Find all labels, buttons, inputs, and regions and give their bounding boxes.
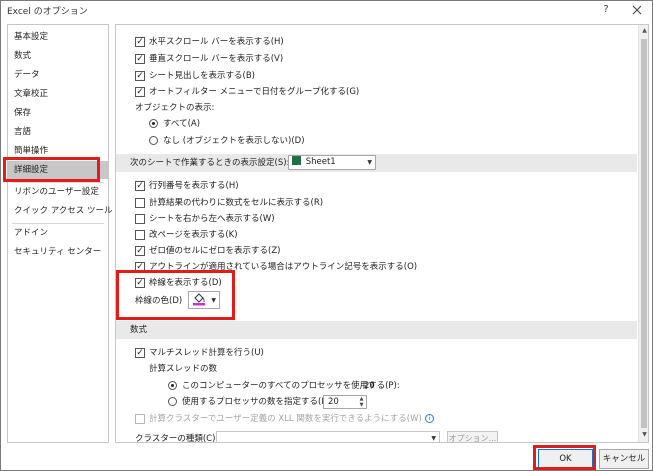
zero-values-checkbox[interactable]: ✓ (135, 246, 145, 256)
objects-display-label: オブジェクトの表示: (135, 103, 215, 113)
gridline-color-label: 枠線の色(D) (135, 296, 183, 306)
manual-processors-radio[interactable] (168, 397, 177, 406)
sidebar-item-addins[interactable]: アドイン (8, 224, 108, 242)
radio-label: なし (オブジェクトを表示しない)(D) (163, 136, 305, 146)
checkbox-row[interactable]: ✓ ゼロ値のセルにゼロを表示する(Z) (135, 243, 435, 259)
sheet-display-label: 次のシートで作業するときの表示設定(S): (130, 158, 290, 168)
show-gridlines-checkbox[interactable]: ✓ (135, 278, 145, 288)
sidebar-item-trust-center[interactable]: セキュリティ センター (8, 243, 108, 261)
checkbox-label: ゼロ値のセルにゼロを表示する(Z) (149, 246, 281, 256)
sidebar-item-proofing[interactable]: 文章校正 (8, 85, 108, 103)
sidebar-item-advanced[interactable]: 詳細設定 (8, 161, 108, 179)
right-to-left-checkbox[interactable] (135, 214, 145, 224)
checkbox-label: 計算クラスターでユーザー定義の XLL 関数を実行できるようにする(W) (149, 414, 422, 424)
horizontal-scrollbar-checkbox[interactable]: ✓ (135, 37, 145, 47)
row-col-headers-checkbox[interactable]: ✓ (135, 181, 145, 191)
radio-row[interactable]: すべて(A) (149, 116, 349, 132)
checkbox-label: 水平スクロール バーを表示する(H) (149, 37, 284, 47)
cluster-type-label: クラスターの種類(C): (135, 434, 219, 443)
sidebar-item-data[interactable]: データ (8, 66, 108, 84)
sidebar-item-quick-access-toolbar[interactable]: クイック アクセス ツール バー (8, 202, 132, 220)
processor-count-spinner[interactable]: 20 ▲ ▼ (323, 395, 367, 409)
sheet-tabs-checkbox[interactable]: ✓ (135, 71, 145, 81)
sidebar-item-formulas[interactable]: 数式 (8, 47, 108, 65)
paint-bucket-icon (193, 293, 205, 306)
radio-label: 使用するプロセッサの数を指定する(M): (182, 397, 335, 407)
all-processors-radio[interactable] (168, 381, 177, 390)
group-dates-autofilter-checkbox[interactable]: ✓ (135, 87, 145, 97)
help-button[interactable]: ? (599, 2, 613, 18)
title-bar: Excel のオプション ? (1, 1, 652, 19)
scroll-down-icon[interactable]: ▼ (640, 430, 648, 440)
sidebar-item-language[interactable]: 言語 (8, 123, 108, 141)
sidebar-item-save[interactable]: 保存 (8, 104, 108, 122)
chevron-down-icon: ▼ (211, 297, 216, 304)
checkbox-label: 垂直スクロール バーを表示する(V) (149, 54, 284, 64)
options-content: ✓ 水平スクロール バーを表示する(H) ✓ 垂直スクロール バーを表示する(V… (115, 24, 649, 443)
checkbox-row[interactable]: 計算クラスターでユーザー定義の XLL 関数を実行できるようにする(W) i (135, 411, 434, 427)
checkbox-label: シートを右から左へ表示する(W) (149, 214, 275, 224)
dialog-title: Excel のオプション (7, 7, 88, 17)
ok-button[interactable]: OK (538, 449, 593, 469)
sheet-display-header: 次のシートで作業するときの表示設定(S): (116, 154, 637, 172)
checkbox-row[interactable]: ✓ マルチスレッド計算を行う(U) (135, 345, 335, 361)
objects-all-radio[interactable] (149, 119, 158, 128)
page-breaks-checkbox[interactable] (135, 230, 145, 240)
cluster-xll-checkbox[interactable] (135, 414, 145, 424)
checkbox-row[interactable]: 計算結果の代わりに数式をセルに表示する(R) (135, 195, 435, 211)
spinner-arrows-icon[interactable]: ▲ ▼ (357, 396, 366, 408)
checkbox-row[interactable]: ✓ 垂直スクロール バーを表示する(V) (135, 51, 435, 67)
checkbox-row[interactable]: 改ページを表示する(K) (135, 227, 435, 243)
options-sidebar: 基本設定 数式 データ 文章校正 保存 言語 簡単操作 詳細設定 リボンのユーザ… (7, 24, 132, 443)
close-icon (632, 5, 642, 15)
formulas-section-header: 数式 (116, 321, 637, 339)
spinner-value: 20 (328, 397, 339, 407)
info-icon: i (424, 414, 434, 423)
cluster-options-button[interactable]: オプション... (447, 431, 498, 442)
scroll-up-icon[interactable]: ▲ (640, 26, 648, 36)
checkbox-label: アウトラインが適用されている場合はアウトライン記号を表示する(O) (149, 262, 418, 272)
processor-count-value: 20 (364, 381, 375, 391)
vertical-scrollbar-checkbox[interactable]: ✓ (135, 54, 145, 64)
excel-sheet-icon (292, 156, 301, 165)
scroll-thumb[interactable] (641, 39, 647, 428)
vertical-scrollbar[interactable]: ▲ ▼ (638, 25, 648, 442)
checkbox-label: オートフィルター メニューで日付をグループ化する(G) (149, 87, 360, 97)
sidebar-item-accessibility[interactable]: 簡単操作 (8, 142, 108, 160)
checkbox-label: 行列番号を表示する(H) (149, 181, 239, 191)
sidebar-item-customize-ribbon[interactable]: リボンのユーザー設定 (8, 183, 108, 201)
sheet-select-dropdown[interactable]: Sheet1 ▼ (288, 155, 376, 170)
multithread-checkbox[interactable]: ✓ (135, 348, 145, 358)
checkbox-row[interactable]: ✓ アウトラインが適用されている場合はアウトライン記号を表示する(O) (135, 259, 495, 275)
checkbox-label: 枠線を表示する(D) (149, 278, 222, 288)
radio-label: すべて(A) (163, 119, 201, 129)
sidebar-item-general[interactable]: 基本設定 (8, 28, 108, 46)
sheet-select-value: Sheet1 (305, 157, 336, 167)
threads-label: 計算スレッドの数 (149, 364, 218, 374)
checkbox-label: マルチスレッド計算を行う(U) (149, 348, 264, 358)
outline-symbols-checkbox[interactable]: ✓ (135, 262, 145, 272)
show-formulas-checkbox[interactable] (135, 198, 145, 208)
excel-options-dialog: Excel のオプション ? 基本設定 数式 データ 文章校正 保存 言語 簡単… (0, 0, 653, 471)
checkbox-row[interactable]: ✓ 水平スクロール バーを表示する(H) (135, 34, 435, 50)
objects-none-radio[interactable] (149, 136, 158, 145)
cancel-button[interactable]: キャンセル (599, 449, 649, 469)
checkbox-row[interactable]: ✓ オートフィルター メニューで日付をグループ化する(G) (135, 84, 435, 100)
close-button[interactable] (629, 2, 645, 18)
gridline-color-picker[interactable]: ▼ (188, 291, 220, 309)
chevron-down-icon: ▼ (367, 159, 372, 166)
checkbox-row[interactable]: ✓ 行列番号を表示する(H) (135, 178, 435, 194)
checkbox-label: 改ページを表示する(K) (149, 230, 238, 240)
cluster-type-dropdown[interactable]: ▼ (216, 431, 440, 442)
radio-row[interactable]: なし (オブジェクトを表示しない)(D) (149, 133, 389, 149)
checkbox-label: シート見出しを表示する(B) (149, 71, 255, 81)
checkbox-label: 計算結果の代わりに数式をセルに表示する(R) (149, 198, 324, 208)
formulas-header-label: 数式 (130, 325, 148, 335)
checkbox-row[interactable]: ✓ シート見出しを表示する(B) (135, 68, 435, 84)
chevron-down-icon: ▼ (431, 435, 436, 442)
checkbox-row[interactable]: シートを右から左へ表示する(W) (135, 211, 435, 227)
checkbox-row[interactable]: ✓ 枠線を表示する(D) (135, 275, 335, 291)
